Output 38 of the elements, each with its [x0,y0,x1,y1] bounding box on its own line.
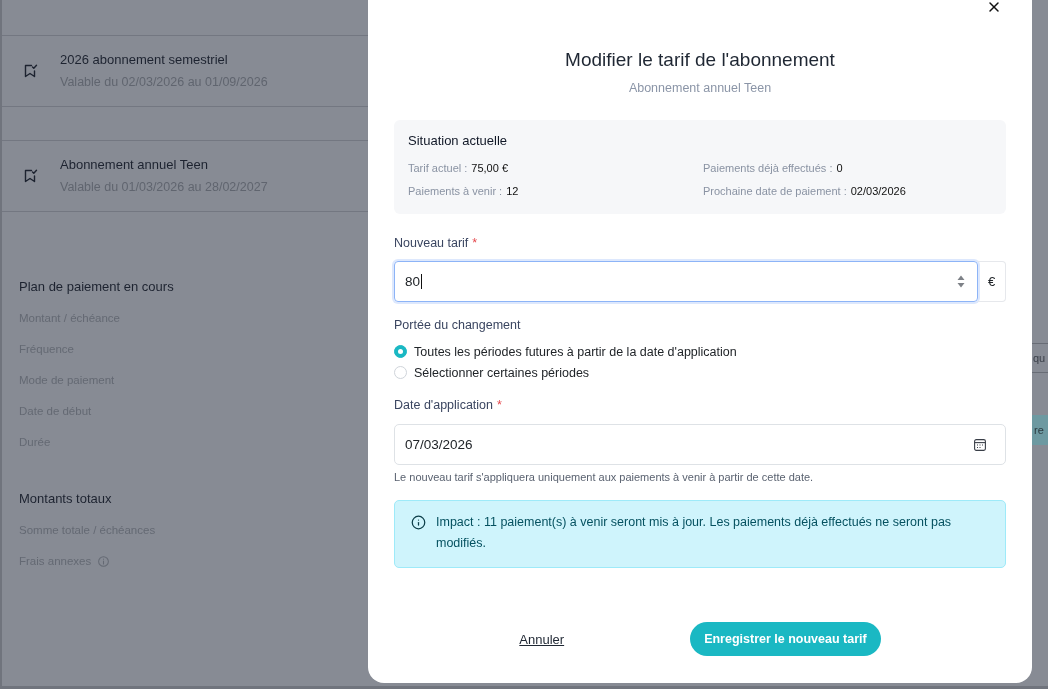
cancel-link[interactable]: Annuler [519,631,565,647]
section-heading: Plan de paiement en cours [19,279,174,295]
radio-icon[interactable] [394,366,407,379]
stepper-icon[interactable] [957,275,965,288]
info-icon [411,515,426,530]
info-value: 75,00 € [471,161,508,176]
required-mark: * [497,397,502,413]
panel-heading: Situation actuelle [408,133,508,149]
impact-message: Impact : 11 paiement(s) à venir seront mis à jour. Les paiements déjà effectués ne seront pas modifiés. [436,514,953,552]
subscription-title: Abonnement annuel Teen [60,157,209,172]
field-label: Portée du changement [394,317,521,333]
action-button[interactable]: re [1032,415,1048,445]
price-input[interactable]: 80 [394,261,978,302]
dialog-subtitle: Abonnement annuel Teen [627,80,773,96]
info-label: Paiements déjà effectués : [703,161,833,176]
section-heading: Montants totaux [19,491,112,507]
info-value: 02/03/2026 [850,184,906,199]
field-label: Nouveau tarif [394,235,469,251]
required-mark: * [472,235,478,251]
calendar-icon[interactable] [974,438,986,451]
info-label: Tarif actuel : [408,161,468,176]
dialog-title: Modifier le tarif de l'abonnement [564,48,836,72]
info-label: Paiements à venir : [408,184,503,199]
subscription-title: 2026 abonnement semestriel [60,52,229,67]
radio-icon[interactable] [394,345,407,358]
info-value: 0 [836,161,843,176]
info-value: 12 [506,184,519,199]
info-label: Prochaine date de paiement : [703,184,847,199]
help-text: Le nouveau tarif s'appliquera uniquement aux paiements à venir à partir de cette date. [394,470,815,484]
radio-option[interactable]: Toutes les périodes futures à partir de la date d'application [394,341,1006,362]
close-button[interactable] [986,0,1002,15]
bookmark-check-icon [24,64,38,78]
currency-addon: € [978,261,1006,302]
date-input[interactable]: 07/03/2026 [394,424,1006,465]
bookmark-check-icon [24,169,38,183]
field-label: Date d'application [394,397,493,413]
radio-option[interactable]: Sélectionner certaines périodes [394,362,1006,383]
close-icon [986,0,1002,15]
